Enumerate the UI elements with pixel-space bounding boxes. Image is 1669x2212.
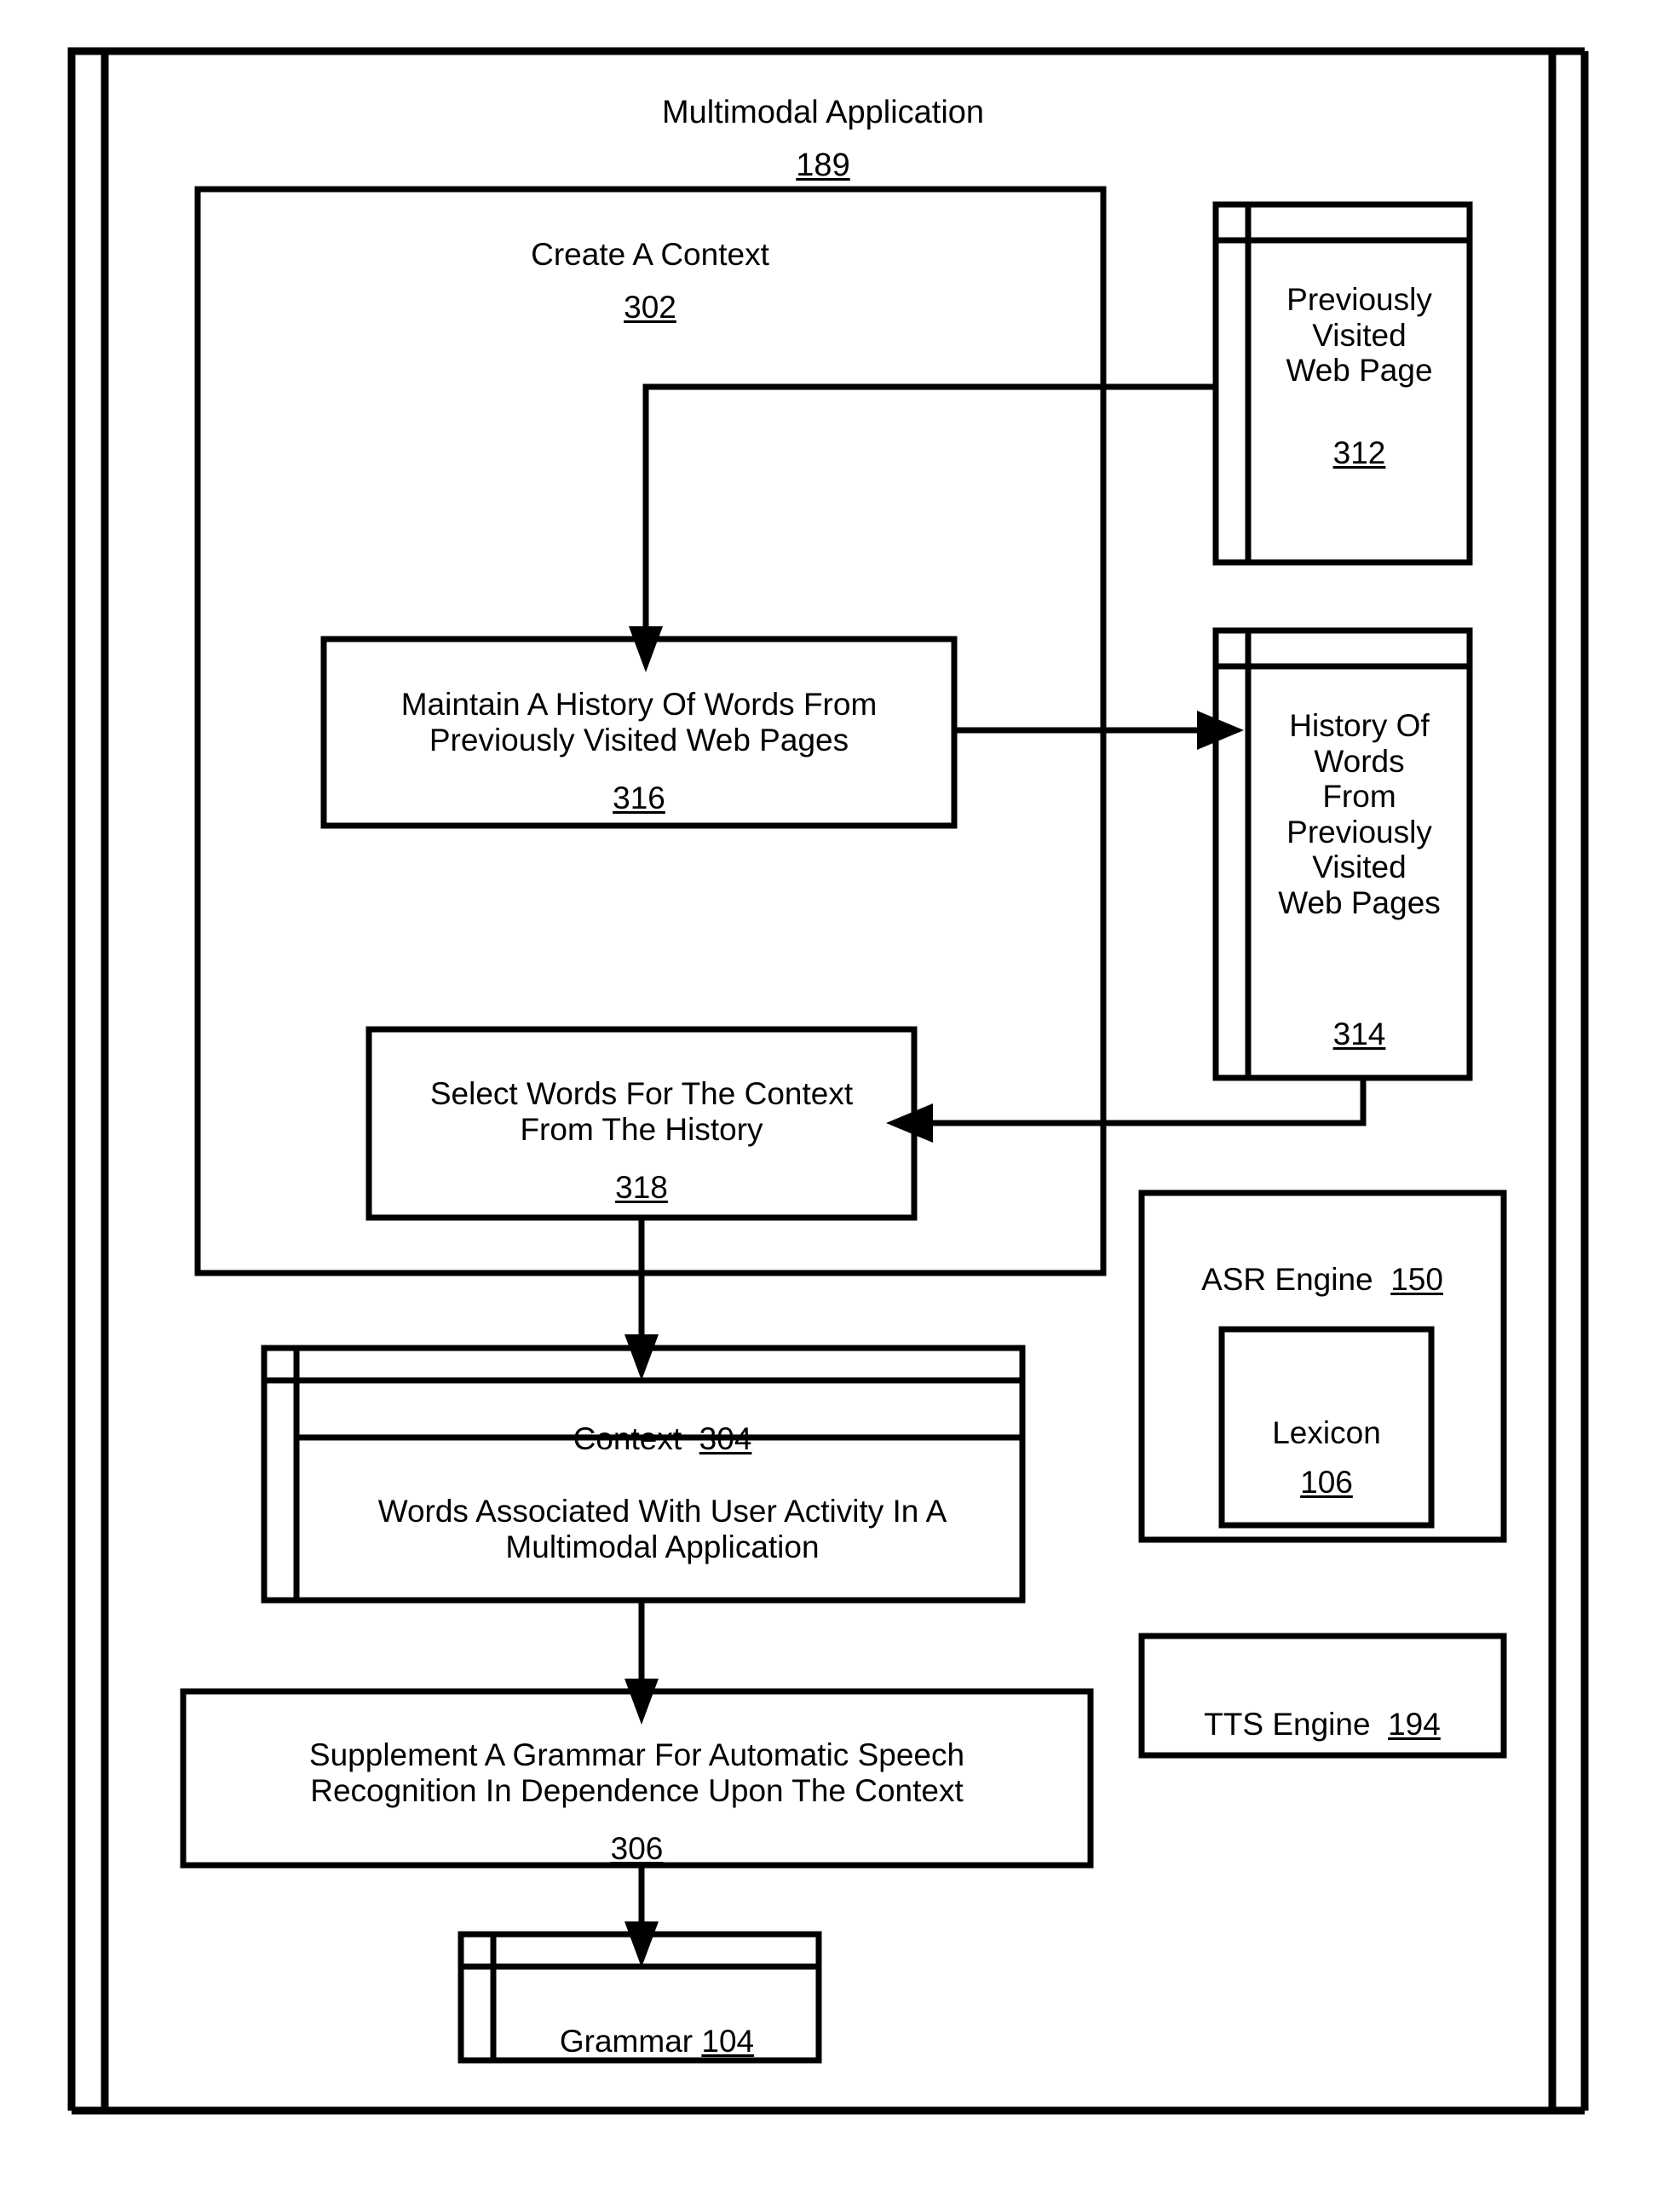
context-body-label: Words Associated With User Activity In A…	[377, 1494, 947, 1564]
previously-visited-web-page-label: Previously Visited Web Page	[1286, 282, 1433, 389]
supplement-grammar-ref: 306	[610, 1831, 664, 1867]
history-of-words-label: History Of Words From Previously Visited…	[1278, 708, 1441, 920]
figure-canvas: Multimodal Application 189 Create A Cont…	[0, 0, 1669, 2212]
lexicon-ref: 106	[1300, 1465, 1353, 1501]
select-words-label: Select Words For The Context From The Hi…	[429, 1076, 854, 1147]
maintain-history-ref: 316	[613, 781, 665, 816]
previously-visited-web-page-ref: 312	[1332, 435, 1386, 471]
select-words-ref: 318	[615, 1170, 668, 1206]
asr-engine-label: ASR Engine 150	[1201, 1262, 1443, 1298]
supplement-grammar-label: Supplement A Grammar For Automatic Speec…	[308, 1737, 965, 1808]
history-of-words-ref: 314	[1332, 1017, 1386, 1052]
context-header-label: Context 304	[573, 1421, 752, 1457]
tts-engine-label: TTS Engine 194	[1204, 1707, 1441, 1743]
maintain-history-label: Maintain A History Of Words From Previou…	[400, 687, 878, 757]
figure-title-ref: 189	[796, 147, 850, 183]
grammar-label: Grammar 104	[559, 2024, 755, 2059]
create-context-ref: 302	[624, 290, 676, 325]
